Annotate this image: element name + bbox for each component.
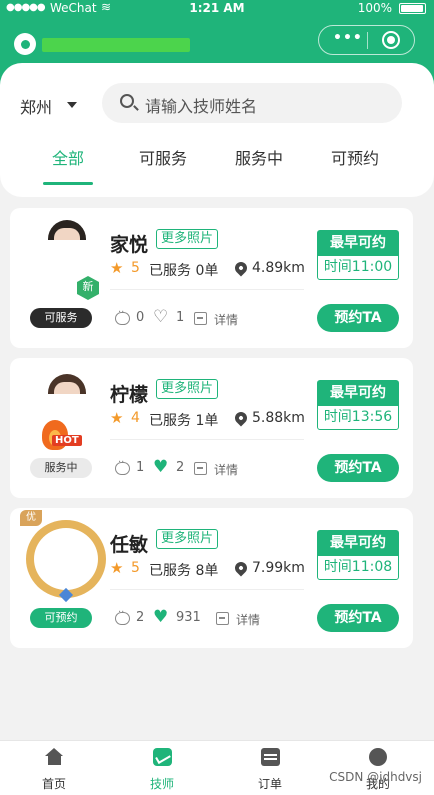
battery-icon bbox=[399, 3, 426, 14]
earliest-time: 时间11:00 bbox=[323, 259, 393, 275]
chevron-down-icon[interactable] bbox=[67, 102, 77, 108]
earliest-label: 最早可约 bbox=[318, 381, 398, 406]
rating-value: 5 bbox=[131, 560, 140, 576]
comment-count: 2 bbox=[136, 610, 145, 625]
hot-badge-icon: HOT bbox=[38, 420, 86, 452]
nav-item-technician[interactable]: 技师 bbox=[108, 741, 216, 795]
nav-item-order[interactable]: 订单 bbox=[216, 741, 324, 795]
card-divider bbox=[110, 589, 304, 590]
city-selector[interactable]: 郑州 bbox=[20, 94, 52, 118]
status-badge: 可预约 bbox=[30, 608, 92, 628]
tab-in-service[interactable]: 服务中 bbox=[214, 145, 304, 169]
like-count: 1 bbox=[176, 310, 185, 325]
served-count: 已服务 8单 bbox=[149, 563, 219, 579]
technician-card[interactable]: 新 可服务 家悦 更多照片 ★ 5 已服务 0单 4.89km 0 ♡ 1 详情… bbox=[10, 208, 413, 348]
status-tabs: 全部 可服务 服务中 可预约 bbox=[0, 145, 434, 185]
close-miniprogram-icon[interactable] bbox=[382, 31, 400, 49]
active-tab-indicator bbox=[43, 182, 93, 185]
like-count: 931 bbox=[176, 610, 201, 625]
status-badge: 服务中 bbox=[30, 458, 92, 478]
earliest-label: 最早可约 bbox=[318, 531, 398, 556]
location-pin-icon bbox=[232, 409, 250, 427]
hot-badge-text: HOT bbox=[52, 435, 82, 446]
filter-panel: 郑州 请输入技师姓名 全部 可服务 服务中 可预约 bbox=[0, 63, 434, 197]
star-icon: ★ bbox=[110, 259, 124, 277]
earliest-label: 最早可约 bbox=[318, 231, 398, 256]
distance: 7.99km bbox=[252, 560, 305, 576]
heart-filled-icon[interactable]: ♥ bbox=[153, 607, 168, 627]
app-logo-icon bbox=[14, 33, 36, 55]
comment-icon bbox=[115, 307, 130, 325]
home-icon-base bbox=[48, 756, 61, 765]
rating-value: 4 bbox=[131, 410, 140, 426]
technician-name: 任敏 bbox=[110, 534, 149, 556]
star-icon: ★ bbox=[110, 559, 124, 577]
tab-available[interactable]: 可服务 bbox=[118, 145, 208, 169]
technician-card[interactable]: HOT 服务中 柠檬 更多照片 ★ 4 已服务 1单 5.88km 1 ♥ 2 … bbox=[10, 358, 413, 498]
earliest-time: 时间13:56 bbox=[323, 409, 393, 425]
tab-bookable[interactable]: 可预约 bbox=[310, 145, 400, 169]
book-button[interactable]: 预约TA bbox=[317, 604, 399, 632]
nav-label: 技师 bbox=[149, 777, 174, 791]
book-button[interactable]: 预约TA bbox=[317, 454, 399, 482]
detail-link[interactable]: 详情 bbox=[236, 611, 260, 628]
book-button[interactable]: 预约TA bbox=[317, 304, 399, 332]
nav-label: 首页 bbox=[41, 777, 66, 791]
detail-icon bbox=[194, 312, 207, 325]
search-input[interactable]: 请输入技师姓名 bbox=[102, 83, 402, 123]
like-count: 2 bbox=[176, 460, 185, 475]
earliest-time: 时间11:08 bbox=[323, 559, 393, 575]
earliest-available: 最早可约 时间11:08 bbox=[317, 530, 399, 580]
nav-item-home[interactable]: 首页 bbox=[0, 741, 108, 795]
comment-icon bbox=[115, 607, 130, 625]
location-pin-icon bbox=[232, 259, 250, 277]
status-badge: 可服务 bbox=[30, 308, 92, 328]
miniprogram-capsule: ••• bbox=[318, 25, 415, 55]
heart-outline-icon[interactable]: ♡ bbox=[153, 307, 168, 327]
distance: 5.88km bbox=[252, 410, 305, 426]
earliest-available: 最早可约 时间11:00 bbox=[317, 230, 399, 280]
served-count: 已服务 0单 bbox=[149, 263, 219, 279]
nav-item-profile[interactable]: 我的 bbox=[324, 741, 432, 795]
technician-icon bbox=[153, 748, 172, 766]
location-pin-icon bbox=[232, 559, 250, 577]
detail-link[interactable]: 详情 bbox=[214, 311, 238, 328]
star-icon: ★ bbox=[110, 409, 124, 427]
comment-icon bbox=[115, 457, 130, 475]
more-menu-icon[interactable]: ••• bbox=[333, 30, 363, 46]
order-icon bbox=[261, 748, 280, 766]
detail-icon bbox=[194, 462, 207, 475]
premium-badge: 优 bbox=[20, 510, 42, 526]
bottom-nav: 首页 技师 订单 我的 bbox=[0, 740, 434, 795]
comment-count: 0 bbox=[136, 310, 145, 325]
technician-card[interactable]: 优 可预约 任敏 更多照片 ★ 5 已服务 8单 7.99km 2 ♥ 931 … bbox=[10, 508, 413, 648]
watermark: CSDN @jdhdvsj bbox=[329, 770, 422, 784]
detail-link[interactable]: 详情 bbox=[214, 461, 238, 478]
search-placeholder: 请输入技师姓名 bbox=[145, 97, 258, 116]
redacted-title bbox=[42, 38, 190, 52]
battery-percent: 100% bbox=[357, 1, 392, 15]
home-icon bbox=[45, 748, 63, 756]
profile-icon bbox=[369, 748, 387, 766]
search-icon bbox=[120, 94, 134, 108]
technician-name: 家悦 bbox=[110, 234, 149, 256]
earliest-available: 最早可约 时间13:56 bbox=[317, 380, 399, 430]
status-bar: ●●●●● WeChat ≋ 1:21 AM 100% bbox=[0, 0, 434, 18]
more-photos-button[interactable]: 更多照片 bbox=[156, 379, 219, 399]
distance: 4.89km bbox=[252, 260, 305, 276]
more-photos-button[interactable]: 更多照片 bbox=[156, 529, 219, 549]
card-divider bbox=[110, 439, 304, 440]
nav-label: 订单 bbox=[257, 777, 282, 791]
detail-icon bbox=[216, 612, 229, 625]
avatar[interactable] bbox=[36, 529, 96, 589]
tab-all[interactable]: 全部 bbox=[23, 145, 113, 169]
served-count: 已服务 1单 bbox=[149, 413, 219, 429]
capsule-divider bbox=[367, 32, 368, 49]
more-photos-button[interactable]: 更多照片 bbox=[156, 229, 219, 249]
card-divider bbox=[110, 289, 304, 290]
rating-value: 5 bbox=[131, 260, 140, 276]
comment-count: 1 bbox=[136, 460, 145, 475]
heart-filled-icon[interactable]: ♥ bbox=[153, 457, 168, 477]
technician-name: 柠檬 bbox=[110, 384, 149, 406]
